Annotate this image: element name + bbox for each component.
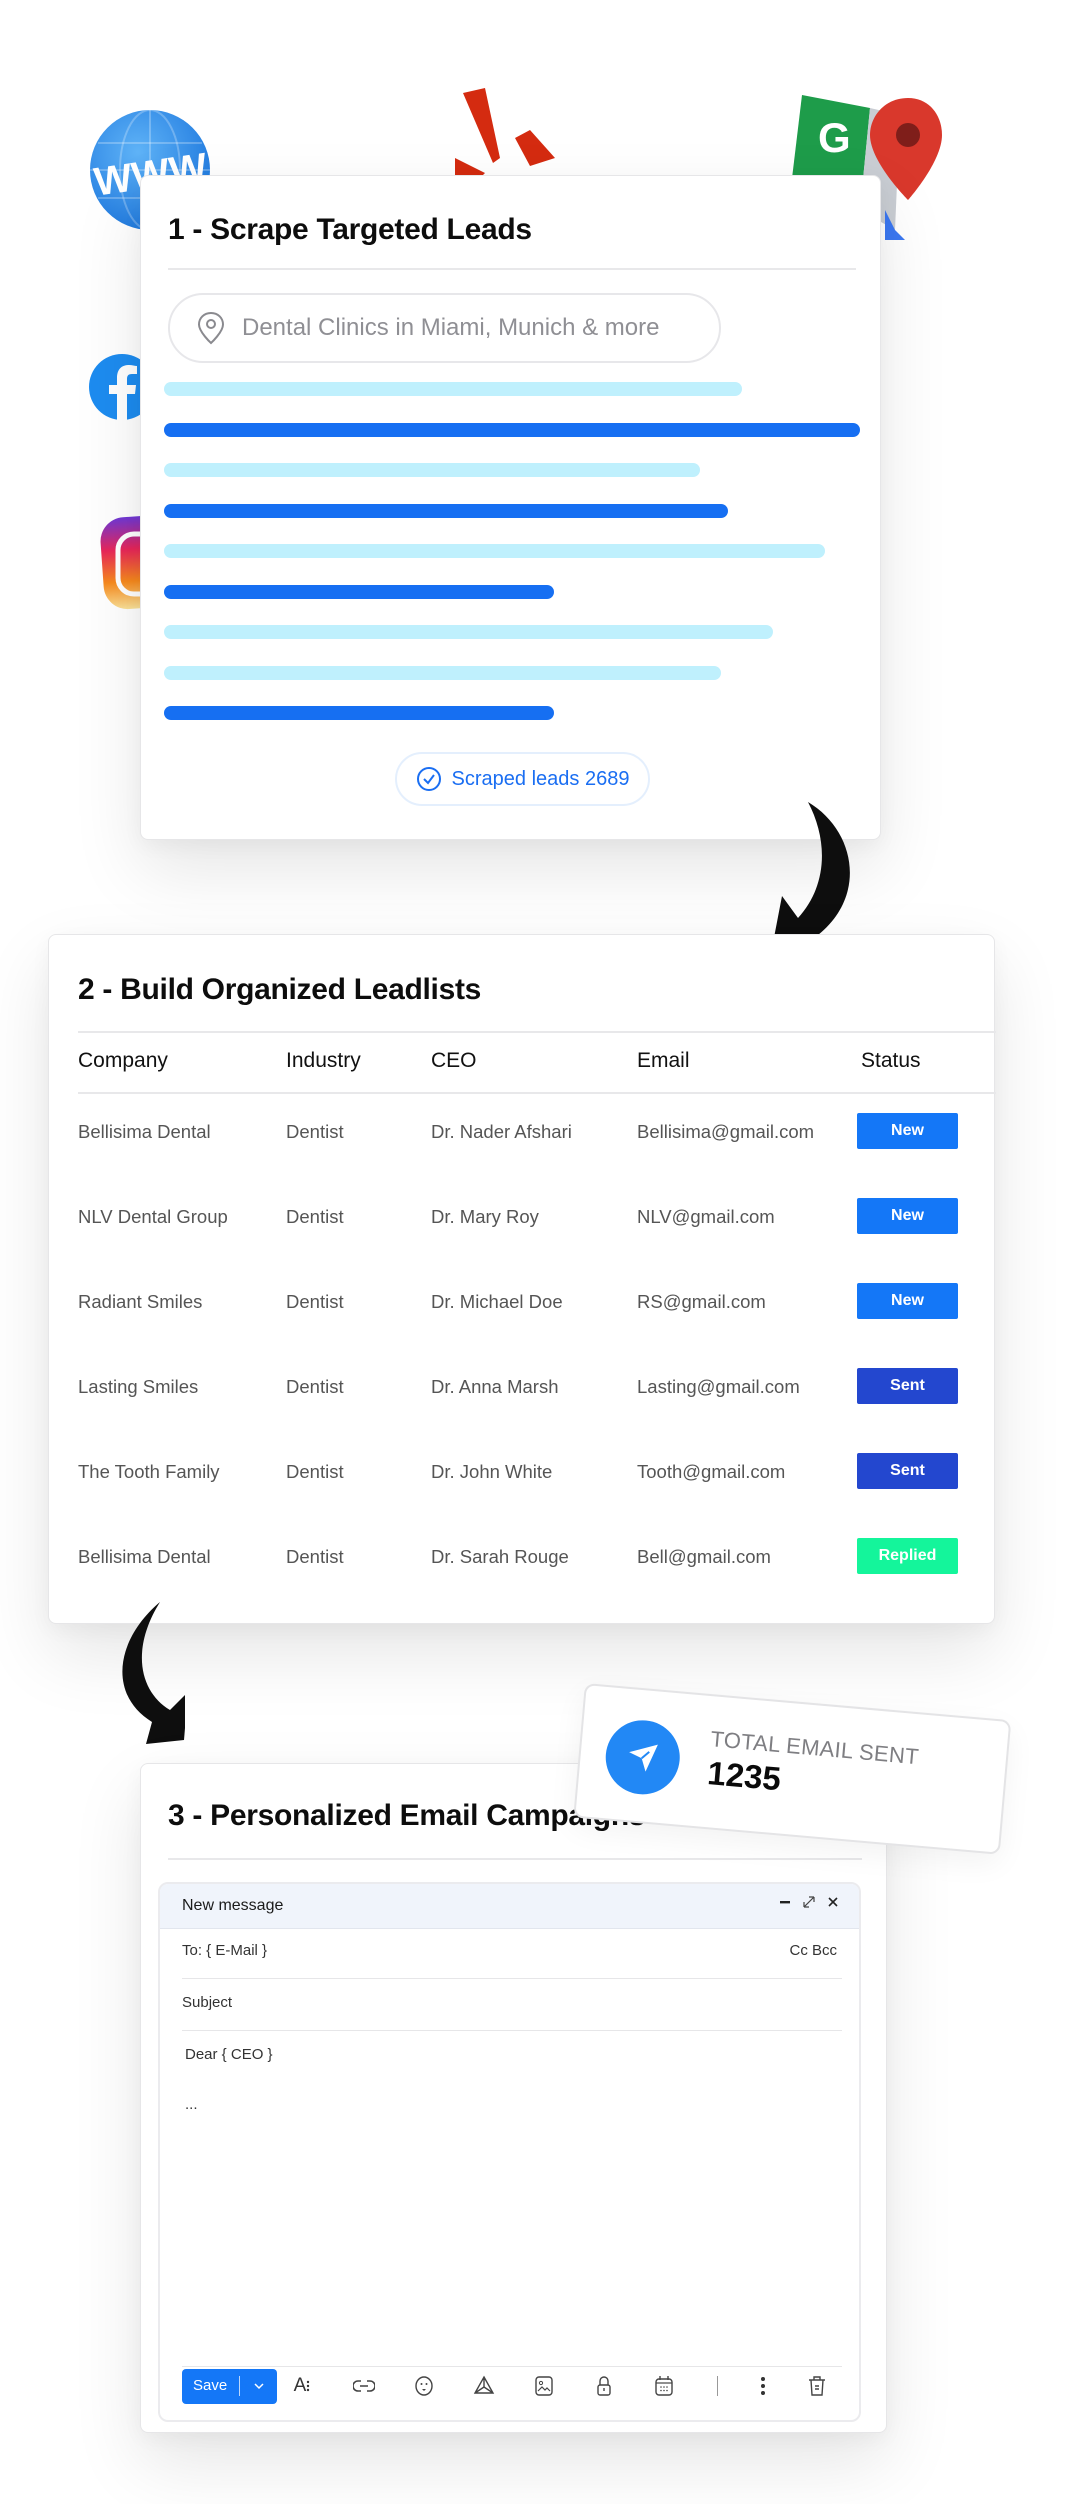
drive-icon[interactable] <box>473 2375 495 2397</box>
cell-ceo: Dr. Sarah Rouge <box>431 1546 569 1567</box>
cell-email: RS@gmail.com <box>637 1291 766 1312</box>
result-line <box>164 463 700 477</box>
result-line <box>164 625 773 639</box>
save-label: Save <box>182 2376 240 2396</box>
leadlist-card: 2 - Build Organized Leadlists Company In… <box>48 934 996 1624</box>
cell-ceo: Dr. Mary Roy <box>431 1206 539 1227</box>
table-row[interactable]: Lasting Smiles Dentist Dr. Anna Marsh Lasti… <box>49 1368 994 1408</box>
cell-email: Tooth@gmail.com <box>637 1461 786 1482</box>
status-badge[interactable]: New <box>857 1283 958 1319</box>
link-icon[interactable] <box>353 2375 375 2397</box>
table-row[interactable]: Bellisima Dental Dentist Dr. Sarah Rouge Be… <box>49 1538 994 1578</box>
divider <box>182 2366 842 2367</box>
status-badge[interactable]: New <box>857 1198 958 1234</box>
subject-field[interactable]: Subject <box>182 1994 842 2011</box>
stat-value: 1235 <box>706 1754 783 1798</box>
cell-ceo: Dr. Nader Afshari <box>431 1121 572 1142</box>
location-search-input[interactable]: Dental Clinics in Miami, Munich & more <box>168 293 721 363</box>
body-ellipsis[interactable]: ... <box>185 2096 845 2113</box>
text-format-icon[interactable]: A <box>289 2375 315 2397</box>
cell-ceo: Dr. Michael Doe <box>431 1291 563 1312</box>
scraped-results-list <box>164 382 860 747</box>
svg-text:G: G <box>818 114 851 161</box>
result-line <box>164 544 826 558</box>
emoji-icon[interactable] <box>413 2375 435 2397</box>
cell-email: Bell@gmail.com <box>637 1546 771 1567</box>
step1-title: 1 - Scrape Targeted Leads <box>168 213 532 246</box>
scraped-leads-count: Scraped leads 2689 <box>451 767 630 790</box>
result-line <box>164 665 721 680</box>
close-icon[interactable] <box>827 1896 839 1908</box>
cell-email: Lasting@gmail.com <box>637 1376 800 1397</box>
column-header-ceo[interactable]: CEO <box>431 1049 477 1073</box>
body-greeting[interactable]: Dear { CEO } <box>185 2046 845 2063</box>
to-field[interactable]: To: { E-Mail } <box>182 1942 842 1959</box>
column-header-email[interactable]: Email <box>637 1049 690 1073</box>
more-options-icon[interactable] <box>752 2375 774 2397</box>
divider <box>182 1978 842 1979</box>
cell-company: Bellisima Dental <box>78 1121 211 1142</box>
divider <box>78 1031 996 1033</box>
cell-email: NLV@gmail.com <box>637 1206 775 1227</box>
toolbar-separator <box>717 2376 718 2396</box>
lock-icon[interactable] <box>593 2375 615 2397</box>
chevron-down-icon[interactable] <box>240 2382 277 2390</box>
cell-industry: Dentist <box>286 1121 344 1142</box>
divider <box>78 1092 996 1094</box>
table-row[interactable]: Radiant Smiles Dentist Dr. Michael Doe RS@g… <box>49 1283 994 1323</box>
paper-plane-icon <box>602 1717 683 1798</box>
cell-industry: Dentist <box>286 1291 344 1312</box>
cell-ceo: Dr. Anna Marsh <box>431 1376 559 1397</box>
expand-icon[interactable] <box>803 1896 815 1908</box>
cell-ceo: Dr. John White <box>431 1461 553 1482</box>
calendar-icon[interactable] <box>653 2375 675 2397</box>
cell-company: NLV Dental Group <box>78 1206 228 1227</box>
cell-industry: Dentist <box>286 1376 344 1397</box>
scrape-leads-card: 1 - Scrape Targeted Leads Dental Clinics… <box>140 175 881 840</box>
compose-header: New message <box>160 1884 859 1929</box>
divider <box>168 268 856 270</box>
result-line <box>164 503 728 518</box>
cell-email: Bellisima@gmail.com <box>637 1121 815 1142</box>
table-row[interactable]: The Tooth Family Dentist Dr. John White Too… <box>49 1453 994 1493</box>
trash-icon[interactable] <box>806 2375 828 2397</box>
cell-company: Radiant Smiles <box>78 1291 203 1312</box>
divider <box>168 1858 862 1860</box>
check-circle-icon <box>416 767 441 791</box>
save-button[interactable]: Save <box>182 2368 277 2404</box>
search-placeholder: Dental Clinics in Miami, Munich & more <box>242 314 660 341</box>
result-line <box>164 382 742 396</box>
table-row[interactable]: Bellisima Dental Dentist Dr. Nader Afshari… <box>49 1113 994 1153</box>
divider <box>182 2030 842 2031</box>
email-campaign-card: 3 - Personalized Email Campaigns New mes… <box>140 1763 887 2433</box>
status-badge[interactable]: Sent <box>857 1368 958 1404</box>
status-badge[interactable]: Sent <box>857 1453 958 1489</box>
map-pin-icon <box>197 311 225 345</box>
cell-industry: Dentist <box>286 1546 344 1567</box>
curved-arrow-icon <box>100 1600 188 1755</box>
column-header-company[interactable]: Company <box>78 1049 168 1073</box>
column-header-status[interactable]: Status <box>861 1049 921 1073</box>
table-row[interactable]: NLV Dental Group Dentist Dr. Mary Roy NLV@g… <box>49 1198 994 1238</box>
scraped-leads-badge: Scraped leads 2689 <box>395 752 650 806</box>
result-line <box>164 584 554 599</box>
cell-company: Lasting Smiles <box>78 1376 199 1397</box>
cell-company: Bellisima Dental <box>78 1546 211 1567</box>
compose-toolbar: Save A <box>182 2368 842 2404</box>
column-header-industry[interactable]: Industry <box>286 1049 361 1073</box>
cell-company: The Tooth Family <box>78 1461 220 1482</box>
image-icon[interactable] <box>533 2375 555 2397</box>
compose-window: New message To: { E-Mail } Cc Bcc Subjec… <box>158 1882 861 2422</box>
cc-bcc-link[interactable]: Cc Bcc <box>789 1942 837 1959</box>
cell-industry: Dentist <box>286 1206 344 1227</box>
status-badge[interactable]: Replied <box>857 1538 958 1574</box>
result-line <box>164 706 554 720</box>
cell-industry: Dentist <box>286 1461 344 1482</box>
minimize-icon[interactable] <box>779 1896 791 1908</box>
status-badge[interactable]: New <box>857 1113 958 1149</box>
step2-title: 2 - Build Organized Leadlists <box>78 973 482 1006</box>
result-line <box>164 422 860 437</box>
compose-title: New message <box>182 1897 284 1914</box>
